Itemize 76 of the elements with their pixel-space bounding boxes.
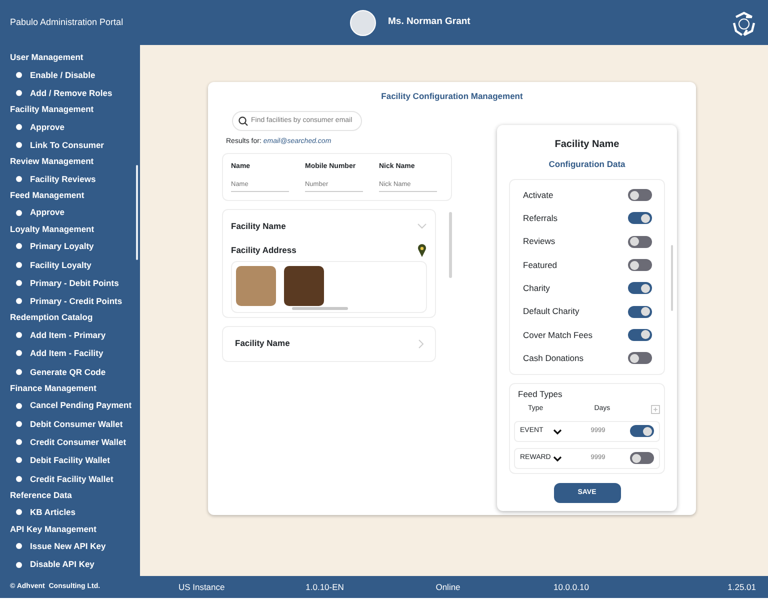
toggle-switch[interactable]: [628, 259, 652, 272]
toggle-label: Activate: [523, 188, 554, 202]
menu-item[interactable]: Primary - Debit Points: [10, 274, 140, 292]
toggle-switch[interactable]: [628, 282, 652, 294]
section-title: Feed Types: [517, 388, 564, 400]
status-text: US Instance: [177, 580, 226, 594]
menu-item[interactable]: Issue New API Key: [10, 537, 140, 556]
user-name: Ms. Norman Grant: [388, 15, 470, 30]
scrollbar[interactable]: [671, 244, 673, 311]
menu-group-label: Review Management: [10, 155, 95, 168]
status-text: 1.25.01: [726, 580, 758, 594]
menu-item[interactable]: Debit Facility Wallet: [10, 451, 140, 470]
menu-item[interactable]: Debit Consumer Wallet: [10, 414, 140, 433]
facility-address: Facility Address: [231, 244, 296, 256]
menu-item[interactable]: Primary Loyalty: [10, 237, 140, 256]
toggle-switch[interactable]: [630, 425, 654, 438]
portal-title: Pabulo Administration Portal: [10, 16, 124, 29]
toggle-label: Charity: [523, 282, 550, 295]
scrollbar[interactable]: [292, 306, 348, 310]
menu-item[interactable]: Facility Reviews: [10, 170, 140, 188]
menu-group-label: User Management: [10, 51, 84, 64]
facility-name: Facility Name: [235, 337, 290, 350]
menu-item[interactable]: Approve: [10, 118, 140, 136]
map-pin-icon: [417, 244, 428, 256]
toggle-label: Cash Donations: [523, 352, 584, 365]
menu-group-label: Reference Data: [10, 488, 73, 502]
facility-title: Facility Name: [554, 138, 620, 152]
menu-group-label: Feed Management: [10, 188, 86, 202]
menu-item[interactable]: Add Item - Primary: [10, 326, 140, 344]
menu-item[interactable]: KB Articles: [10, 503, 140, 522]
facility-name: Facility Name: [231, 220, 286, 233]
toggle-switch[interactable]: [628, 189, 652, 202]
toggle-switch[interactable]: [628, 352, 652, 364]
add-icon: [651, 405, 660, 414]
scrollbar[interactable]: [449, 212, 452, 278]
menu-group-label: API Key Management: [10, 522, 98, 536]
menu-group-label: Facility Management: [10, 103, 95, 116]
facility-card[interactable]: Facility Name: [222, 326, 436, 362]
status-text: 1.0.10-EN: [304, 580, 345, 594]
menu-item[interactable]: Add Item - Facility: [10, 344, 140, 363]
menu-item[interactable]: Disable API Key: [10, 555, 140, 574]
menu-item[interactable]: Approve: [10, 203, 140, 222]
toggle-label: Default Charity: [523, 305, 580, 318]
status-text: Online: [434, 580, 462, 594]
menu-item[interactable]: Link To Consumer: [10, 136, 140, 154]
chevron-down-icon: [417, 222, 428, 232]
menu-item[interactable]: Add / Remove Roles: [10, 84, 140, 102]
menu-item[interactable]: Facility Loyalty: [10, 256, 140, 274]
toggle-switch[interactable]: [628, 236, 652, 248]
toggle-label: Referrals: [523, 212, 558, 225]
photo-placeholder: [284, 266, 324, 306]
page-title: Facility Configuration Management: [380, 90, 524, 103]
menu-item[interactable]: Enable / Disable: [10, 66, 140, 84]
toggle-label: Reviews: [523, 235, 556, 248]
toggle-label: Featured: [523, 258, 558, 272]
toggle-switch[interactable]: [630, 452, 654, 464]
menu-item[interactable]: Primary - Credit Points: [10, 292, 140, 310]
menu-group-label: Finance Management: [10, 382, 98, 395]
toggle-label: Cover Match Fees: [523, 328, 592, 342]
toggle-switch[interactable]: [628, 328, 652, 341]
menu-group-label: Loyalty Management: [10, 222, 96, 236]
caret-icon: [553, 454, 562, 462]
config-subtitle: Configuration Data: [548, 158, 626, 170]
toggle-switch[interactable]: [628, 306, 652, 318]
status-text: 10.0.0.10: [552, 580, 590, 594]
menu-item[interactable]: Credit Facility Wallet: [10, 470, 140, 488]
menu-group-label: Redemption Catalog: [10, 311, 94, 324]
scrollbar[interactable]: [136, 165, 138, 260]
toggle-switch[interactable]: [628, 212, 652, 224]
menu-item[interactable]: Cancel Pending Payment: [10, 396, 140, 415]
menu-item[interactable]: Credit Consumer Wallet: [10, 432, 140, 452]
caret-icon: [553, 428, 562, 435]
avatar-placeholder: [350, 10, 376, 36]
facility-card[interactable]: Facility Name Facility Address: [222, 208, 436, 318]
photo-placeholder: [236, 266, 276, 306]
menu-item[interactable]: Generate QR Code: [10, 362, 140, 381]
